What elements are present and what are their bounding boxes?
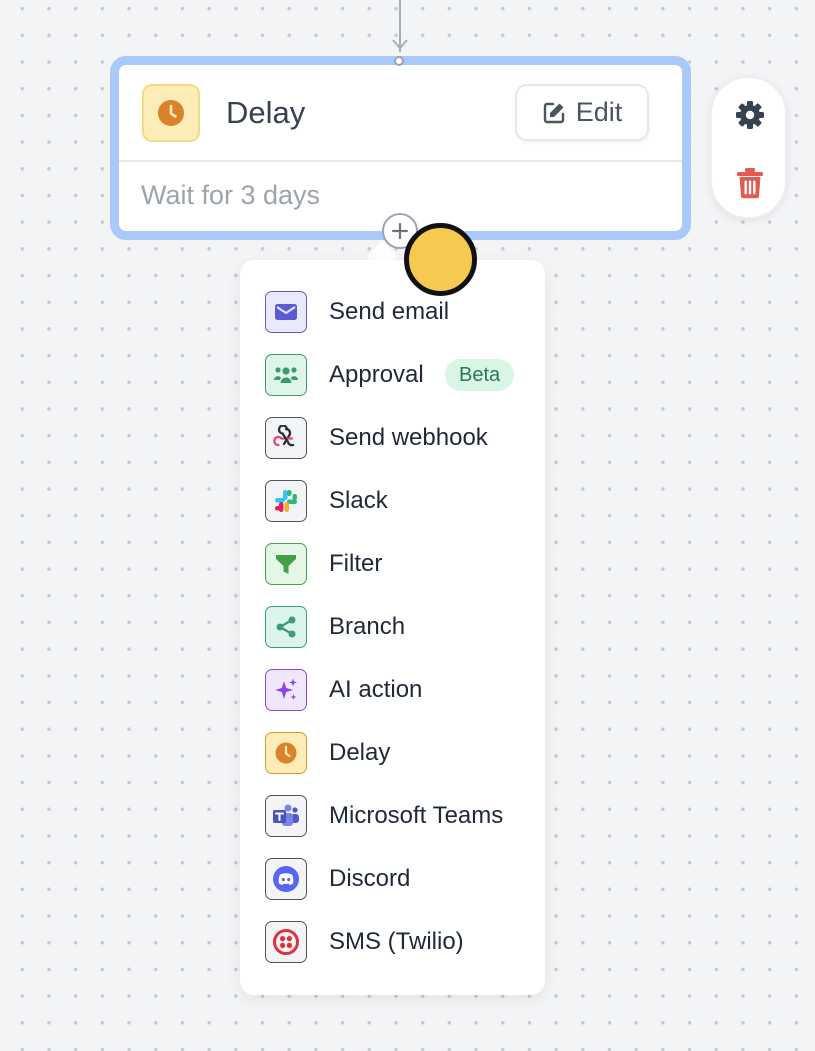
delete-button[interactable] [733,166,767,200]
trash-icon [737,168,763,199]
menu-item-label: Delay [329,739,391,766]
teams-icon [265,795,307,837]
add-step-menu-list: Send email Approval Beta Send webhook Sl… [240,291,545,984]
menu-item-discord[interactable]: Discord [240,858,545,921]
menu-item-label: Slack [329,487,388,514]
settings-button[interactable] [733,98,767,132]
menu-item-microsoft-teams[interactable]: Microsoft Teams [240,795,545,858]
menu-item-label: Filter [329,550,383,577]
node-subtitle: Wait for 3 days [141,180,321,210]
connector-arrow-icon [392,39,408,50]
menu-item-slack[interactable]: Slack [240,480,545,543]
menu-item-delay[interactable]: Delay [240,732,545,795]
beta-badge: Beta [445,359,515,391]
menu-item-sms-twilio[interactable]: SMS (Twilio) [240,921,545,984]
pencil-square-icon [543,102,564,123]
menu-item-label: Approval [329,361,424,388]
cursor-marker [404,223,477,296]
menu-item-label: AI action [329,676,423,703]
node-title: Delay [226,95,306,130]
twilio-icon [265,921,307,963]
edit-button[interactable]: Edit [515,84,649,141]
webhook-icon [265,417,307,459]
node-header: Delay Edit [119,65,682,162]
edit-button-label: Edit [575,97,623,127]
node-side-toolbar [710,76,787,219]
menu-item-label: Send email [329,298,450,325]
envelope-icon [265,291,307,333]
menu-item-approval[interactable]: Approval Beta [240,354,545,417]
menu-item-label: SMS (Twilio) [329,928,464,955]
menu-item-label: Microsoft Teams [329,802,504,829]
menu-item-send-email[interactable]: Send email [240,291,545,354]
menu-item-send-webhook[interactable]: Send webhook [240,417,545,480]
menu-item-branch[interactable]: Branch [240,606,545,669]
users-icon [265,354,307,396]
sparkles-icon [265,669,307,711]
slack-icon [265,480,307,522]
menu-item-label: Branch [329,613,406,640]
add-step-menu: Send email Approval Beta Send webhook Sl… [240,260,545,995]
menu-item-ai-action[interactable]: AI action [240,669,545,732]
gear-icon [736,101,764,129]
share-icon [265,606,307,648]
clock-icon [265,732,307,774]
clock-icon [142,84,200,142]
menu-item-filter[interactable]: Filter [240,543,545,606]
plus-icon [391,222,409,240]
menu-item-label: Discord [329,865,411,892]
discord-icon [265,858,307,900]
menu-item-label: Send webhook [329,424,488,451]
node-input-handle[interactable] [394,56,404,66]
funnel-icon [265,543,307,585]
